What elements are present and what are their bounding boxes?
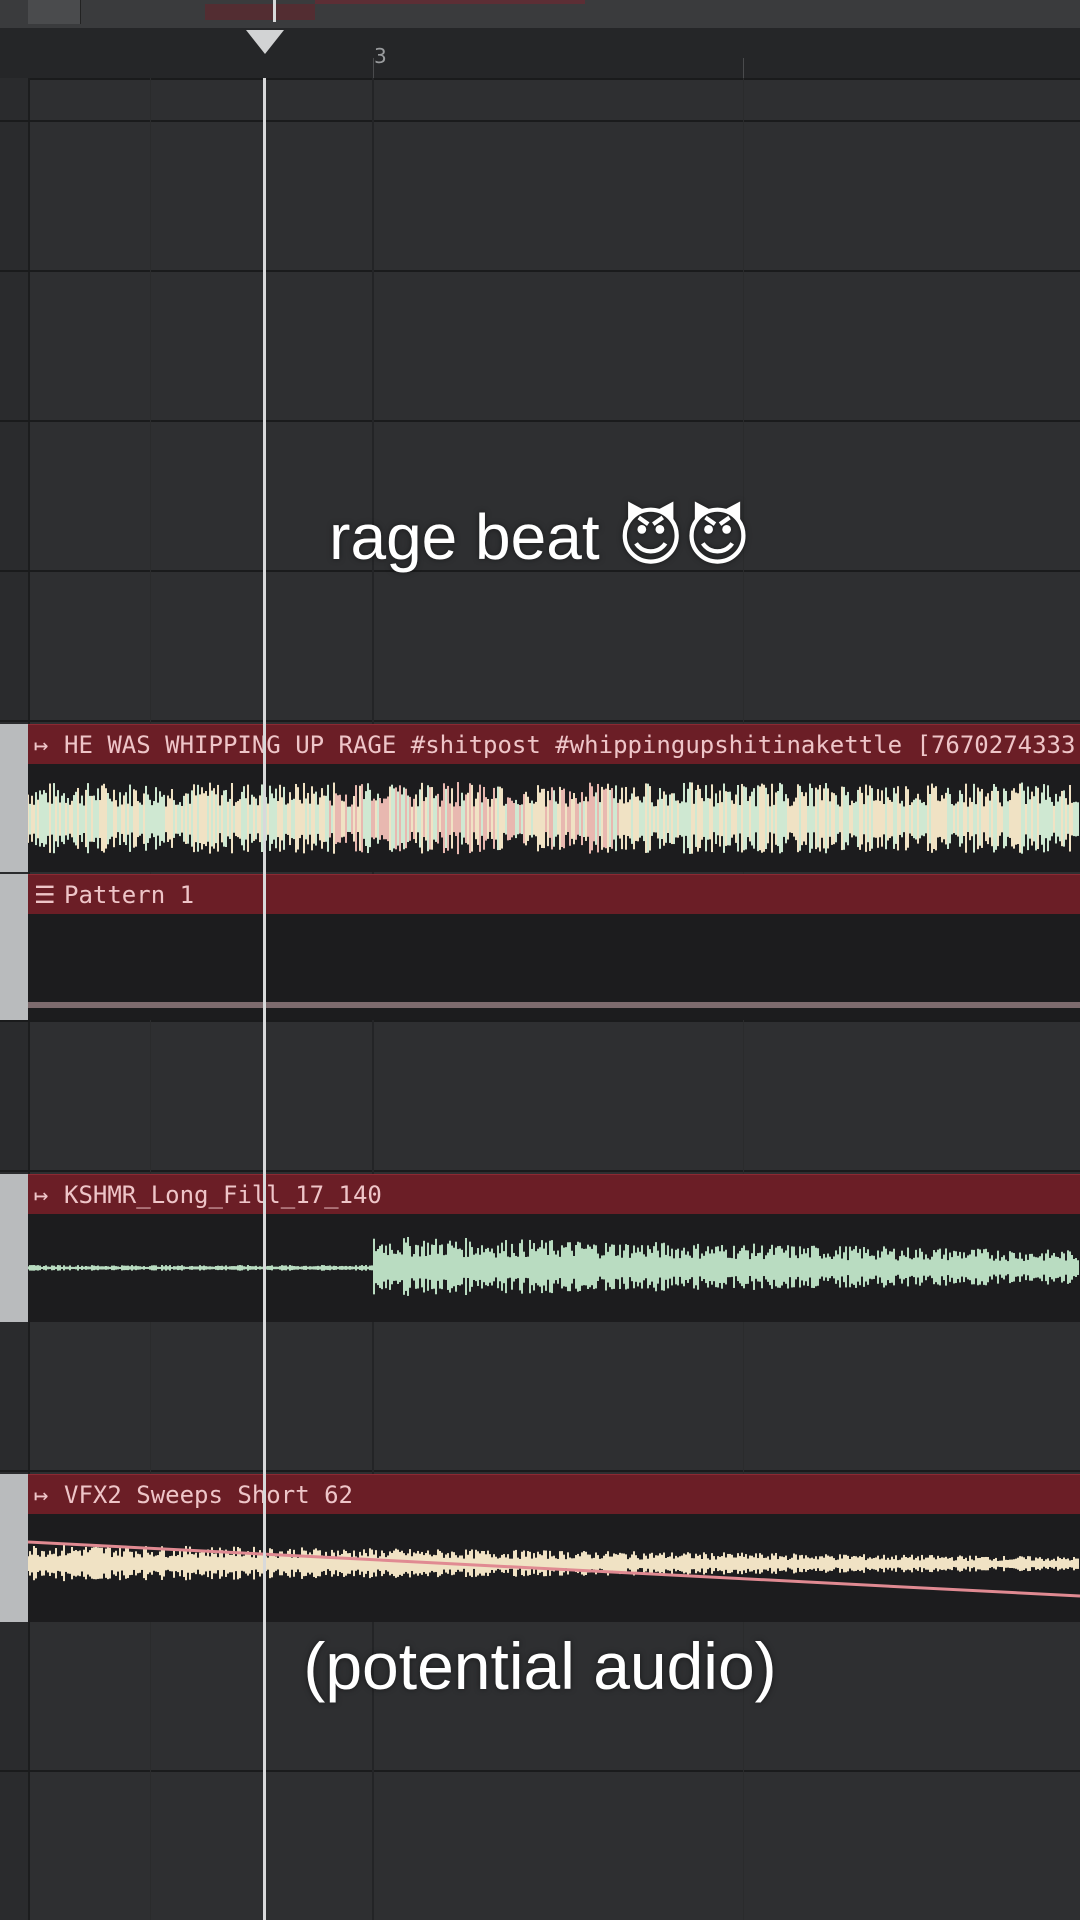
audio-clip-vfx2[interactable]: ↦ VFX2 Sweeps Short 62 xyxy=(28,1474,1080,1622)
daw-playlist: 3 ↦ HE WAS WHIPPING UP RAGE #shitpost #wh… xyxy=(0,0,1080,1920)
clip-header[interactable]: ↦ VFX2 Sweeps Short 62 xyxy=(28,1474,1080,1516)
top-toolbar xyxy=(0,0,1080,28)
pattern-note-line xyxy=(28,1002,1080,1008)
pattern-clip[interactable]: ☰ Pattern 1 xyxy=(28,874,1080,1020)
playhead-marker[interactable] xyxy=(246,30,284,54)
audio-clip-arrow-icon: ↦ xyxy=(34,1181,49,1209)
waveform xyxy=(28,782,1079,855)
track-handle[interactable] xyxy=(0,724,28,872)
pattern-body xyxy=(28,914,1080,1020)
audio-clip-arrow-icon: ↦ xyxy=(34,1481,49,1509)
clip-waveform-area xyxy=(28,1514,1080,1622)
track-lane[interactable] xyxy=(0,270,1080,420)
clip-label: KSHMR_Long_Fill_17_140 xyxy=(64,1181,382,1209)
track-handle[interactable] xyxy=(0,1174,28,1322)
audio-clip-kshmr[interactable]: ↦ KSHMR_Long_Fill_17_140 xyxy=(28,1174,1080,1322)
playhead-top-line xyxy=(273,0,276,22)
clip-header[interactable]: ☰ Pattern 1 xyxy=(28,874,1080,916)
track-handle[interactable] xyxy=(0,874,28,1020)
ruler-tick xyxy=(743,58,744,78)
clip-label: Pattern 1 xyxy=(64,881,195,909)
waveform xyxy=(28,1236,1079,1296)
clip-waveform-area xyxy=(28,764,1080,872)
loop-region-marker[interactable] xyxy=(205,4,315,20)
ruler-tick xyxy=(373,58,374,78)
loop-region-bar[interactable] xyxy=(315,0,585,4)
clip-header[interactable]: ↦ KSHMR_Long_Fill_17_140 xyxy=(28,1174,1080,1216)
bar-number-3: 3 xyxy=(374,44,387,68)
toolbar-button[interactable] xyxy=(28,0,81,24)
clip-label: VFX2 Sweeps Short 62 xyxy=(64,1481,353,1509)
clip-header[interactable]: ↦ HE WAS WHIPPING UP RAGE #shitpost #whip… xyxy=(28,724,1080,766)
audio-clip-rage[interactable]: ↦ HE WAS WHIPPING UP RAGE #shitpost #whip… xyxy=(28,724,1080,872)
track-lane[interactable] xyxy=(0,1320,1080,1470)
waveform xyxy=(28,1540,1080,1598)
pattern-icon: ☰ xyxy=(34,881,56,909)
track-lane[interactable] xyxy=(0,570,1080,720)
track-lane[interactable] xyxy=(0,1020,1080,1170)
timeline-ruler[interactable]: 3 xyxy=(0,28,1080,80)
audio-clip-arrow-icon: ↦ xyxy=(34,731,49,759)
track-lane[interactable] xyxy=(0,1770,1080,1920)
track-lane[interactable] xyxy=(0,120,1080,270)
track-handle[interactable] xyxy=(0,1474,28,1622)
clip-waveform-area xyxy=(28,1214,1080,1322)
caption-top: rage beat 😈😈 xyxy=(329,501,751,573)
caption-bottom: (potential audio) xyxy=(303,1629,777,1703)
clip-label: HE WAS WHIPPING UP RAGE #shitpost #whipp… xyxy=(64,731,1076,759)
